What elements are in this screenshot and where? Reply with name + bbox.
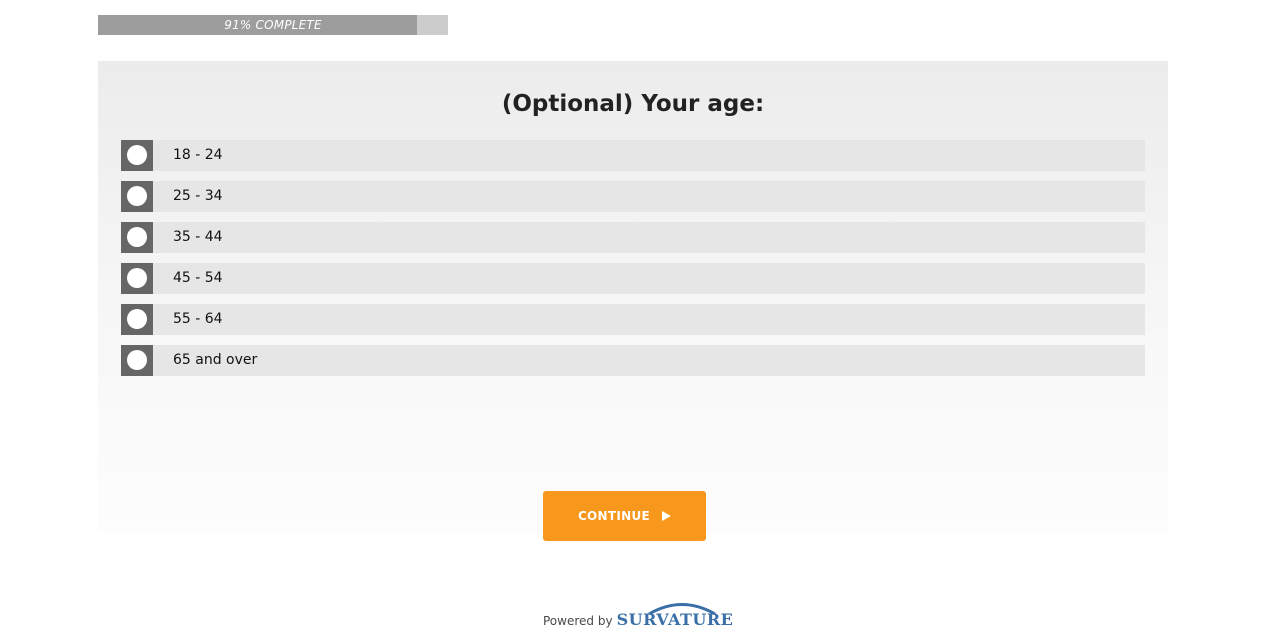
- option-label: 35 - 44: [173, 229, 223, 245]
- radio-button[interactable]: [121, 263, 153, 294]
- progress-bar: 91% COMPLETE: [98, 15, 448, 35]
- radio-circle-icon: [127, 309, 147, 329]
- option-label: 45 - 54: [173, 270, 223, 286]
- logo-swoosh-icon: [647, 603, 716, 615]
- option-25-34[interactable]: 25 - 34: [121, 181, 1145, 212]
- play-icon: [662, 511, 672, 521]
- option-label: 65 and over: [173, 352, 258, 368]
- radio-button[interactable]: [121, 304, 153, 335]
- radio-circle-icon: [127, 227, 147, 247]
- continue-button[interactable]: CONTINUE: [543, 491, 706, 541]
- radio-button[interactable]: [121, 222, 153, 253]
- radio-button[interactable]: [121, 345, 153, 376]
- radio-circle-icon: [127, 145, 147, 165]
- option-55-64[interactable]: 55 - 64: [121, 304, 1145, 335]
- radio-circle-icon: [127, 350, 147, 370]
- question-title: (Optional) Your age:: [501, 91, 765, 117]
- option-label: 25 - 34: [173, 188, 223, 204]
- answer-options: 18 - 24 25 - 34 35 - 44 45 - 54 55 - 64 …: [121, 140, 1145, 386]
- survature-logo[interactable]: SURVATURE: [617, 600, 734, 632]
- option-label: 18 - 24: [173, 147, 223, 163]
- option-18-24[interactable]: 18 - 24: [121, 140, 1145, 171]
- radio-circle-icon: [127, 268, 147, 288]
- radio-button[interactable]: [121, 140, 153, 171]
- continue-label: CONTINUE: [577, 509, 651, 523]
- option-label: 55 - 64: [173, 311, 223, 327]
- option-45-54[interactable]: 45 - 54: [121, 263, 1145, 294]
- option-65-and-over[interactable]: 65 and over: [121, 345, 1145, 376]
- option-35-44[interactable]: 35 - 44: [121, 222, 1145, 253]
- powered-by-text: Powered by: [543, 613, 613, 628]
- radio-button[interactable]: [121, 181, 153, 212]
- question-card: (Optional) Your age: 18 - 24 25 - 34 35 …: [98, 61, 1168, 533]
- footer: Powered by SURVATURE: [543, 600, 733, 632]
- progress-label: 91% COMPLETE: [224, 18, 322, 32]
- radio-circle-icon: [127, 186, 147, 206]
